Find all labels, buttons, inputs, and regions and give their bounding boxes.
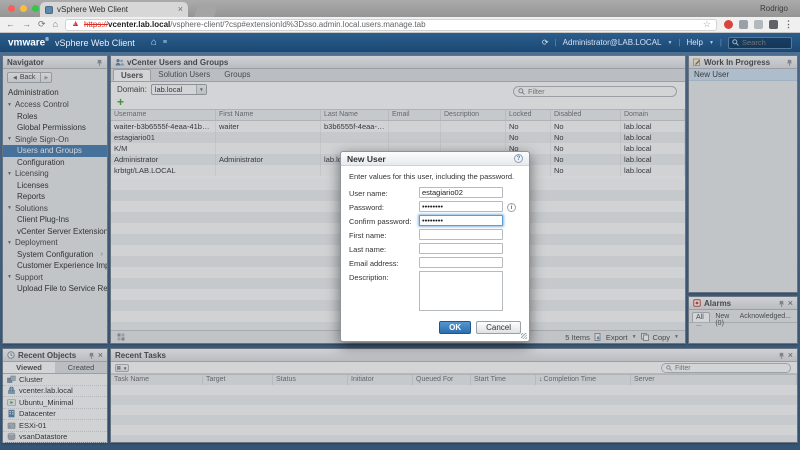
vmware-logo: vmware® <box>8 37 49 48</box>
extension-icon-3[interactable] <box>754 20 763 29</box>
vsphere-favicon-icon <box>45 6 53 14</box>
last-name-label: Last name: <box>349 243 419 254</box>
confirm-password-field[interactable] <box>419 215 503 226</box>
help-icon[interactable]: ? <box>514 154 523 163</box>
product-title: vSphere Web Client <box>55 38 135 48</box>
separator: | <box>555 38 557 47</box>
client-home-icon[interactable]: ⌂ <box>151 38 157 48</box>
username-label: User name: <box>349 187 419 198</box>
maximize-window-icon[interactable] <box>32 5 39 12</box>
browser-tabstrip: vSphere Web Client × Rodrigo <box>0 0 800 17</box>
screen: vSphere Web Client × Rodrigo ← → ⟳ ⌂ ▲! … <box>0 0 800 450</box>
field-row: Email address: <box>349 257 521 268</box>
refresh-icon[interactable]: ⟳ <box>542 38 549 47</box>
field-row: Password: i <box>349 201 521 212</box>
dialog-footer: OK Cancel <box>341 316 529 341</box>
resize-grip[interactable] <box>521 333 527 339</box>
separator: | <box>720 38 722 47</box>
tab-close-icon[interactable]: × <box>178 5 183 14</box>
bookmark-star-icon[interactable]: ☆ <box>703 19 711 30</box>
tab-title: vSphere Web Client <box>57 5 174 14</box>
description-field[interactable] <box>419 271 503 311</box>
adblock-extension-icon[interactable] <box>724 20 733 29</box>
browser-tab[interactable]: vSphere Web Client × <box>40 2 188 17</box>
new-user-dialog: New User ? Enter values for this user, i… <box>340 151 530 342</box>
dialog-instruction: Enter values for this user, including th… <box>349 172 521 181</box>
chevron-down-icon: ▼ <box>667 40 672 46</box>
header-right: ⟳ | Administrator@LAB.LOCAL ▼ | Help ▼ | <box>542 37 792 49</box>
global-search-input[interactable] <box>742 38 788 47</box>
password-label: Password: <box>349 201 419 212</box>
email-label: Email address: <box>349 257 419 268</box>
field-row: Description: <box>349 271 521 311</box>
email-field[interactable] <box>419 257 503 268</box>
address-bar[interactable]: ▲! https://vcenter.lab.local/vsphere-cli… <box>65 19 717 31</box>
dialog-title: New User <box>347 154 386 164</box>
confirm-password-label: Confirm password: <box>349 215 419 226</box>
field-row: First name: <box>349 229 521 240</box>
separator: | <box>678 38 680 47</box>
ssl-warning-icon[interactable]: ▲! <box>71 20 80 29</box>
extension-icon-4[interactable] <box>769 20 778 29</box>
new-tab-button[interactable] <box>194 5 218 17</box>
user-menu[interactable]: Administrator@LAB.LOCAL <box>563 38 662 47</box>
description-label: Description: <box>349 271 419 282</box>
extension-icon-2[interactable] <box>739 20 748 29</box>
info-icon[interactable]: i <box>507 203 516 212</box>
global-search[interactable] <box>728 37 792 49</box>
url-text: https://vcenter.lab.local/vsphere-client… <box>84 20 426 29</box>
last-name-field[interactable] <box>419 243 503 254</box>
first-name-field[interactable] <box>419 229 503 240</box>
username-field[interactable] <box>419 187 503 198</box>
url-path: /vsphere-client/?csp#extensionId%3Dsso.a… <box>170 20 425 29</box>
window-controls <box>8 5 39 12</box>
dialog-title-bar[interactable]: New User ? <box>341 152 529 166</box>
browser-menu-icon[interactable]: ⋮ <box>784 19 794 30</box>
browser-toolbar: ← → ⟳ ⌂ ▲! https://vcenter.lab.local/vsp… <box>0 17 800 33</box>
home-icon[interactable]: ⌂ <box>53 20 58 29</box>
forward-icon[interactable]: → <box>22 20 31 29</box>
close-window-icon[interactable] <box>8 5 15 12</box>
search-icon <box>732 39 739 46</box>
client-menu-icon[interactable]: ≡ <box>163 39 167 46</box>
cancel-button[interactable]: Cancel <box>476 321 521 334</box>
password-field[interactable] <box>419 201 503 212</box>
field-row: User name: <box>349 187 521 198</box>
minimize-window-icon[interactable] <box>20 5 27 12</box>
vsphere-header: vmware® vSphere Web Client ⌂ ≡ ⟳ | Admin… <box>0 33 800 52</box>
browser-profile-name: Rodrigo <box>760 4 788 13</box>
back-icon[interactable]: ← <box>6 20 15 29</box>
reload-icon[interactable]: ⟳ <box>38 20 46 29</box>
dialog-body: Enter values for this user, including th… <box>341 166 529 316</box>
field-row: Last name: <box>349 243 521 254</box>
first-name-label: First name: <box>349 229 419 240</box>
field-row: Confirm password: <box>349 215 521 226</box>
url-host: vcenter.lab.local <box>108 20 170 29</box>
ok-button[interactable]: OK <box>439 321 471 334</box>
extension-icons: ⋮ <box>724 19 794 30</box>
help-menu[interactable]: Help <box>687 38 703 47</box>
chevron-down-icon: ▼ <box>709 40 714 46</box>
url-scheme: https:// <box>84 20 108 29</box>
